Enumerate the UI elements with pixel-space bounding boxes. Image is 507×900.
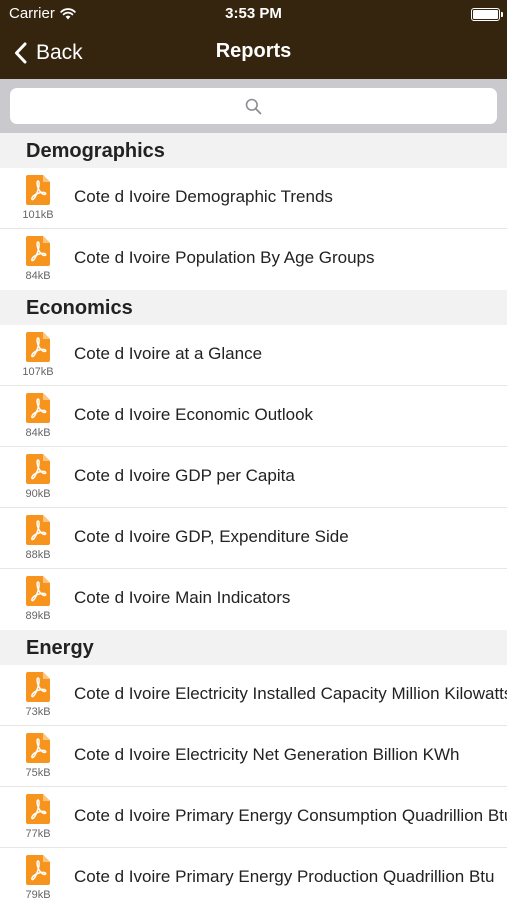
pdf-icon bbox=[26, 672, 50, 702]
report-title: Cote d Ivoire Electricity Net Generation… bbox=[74, 745, 460, 764]
report-row[interactable]: 90kB Cote d Ivoire GDP per Capita bbox=[0, 447, 507, 508]
file-size-label: 89kB bbox=[25, 610, 51, 622]
report-list: Demographics 101kB Cote d Ivoire Demograp… bbox=[0, 133, 507, 900]
pdf-icon bbox=[26, 175, 50, 205]
report-row[interactable]: 77kB Cote d Ivoire Primary Energy Consump… bbox=[0, 787, 507, 848]
report-title: Cote d Ivoire at a Glance bbox=[74, 344, 263, 363]
file-size-label: 107kB bbox=[22, 366, 54, 378]
report-row[interactable]: 88kB Cote d Ivoire GDP, Expenditure Side bbox=[0, 508, 507, 569]
battery-icon bbox=[471, 8, 503, 21]
file-size-label: 73kB bbox=[25, 706, 51, 718]
report-title: Cote d Ivoire GDP, Expenditure Side bbox=[74, 527, 349, 546]
search-bar bbox=[0, 79, 507, 133]
section-header: Economics bbox=[0, 290, 507, 325]
report-row[interactable]: 75kB Cote d Ivoire Electricity Net Genera… bbox=[0, 726, 507, 787]
file-size-label: 79kB bbox=[25, 889, 51, 900]
file-size-label: 75kB bbox=[25, 767, 51, 779]
top-bar: Carrier 3:53 PM Back Reports bbox=[0, 0, 507, 79]
status-bar: Carrier 3:53 PM bbox=[0, 0, 507, 28]
file-size-label: 77kB bbox=[25, 828, 51, 840]
section-header: Energy bbox=[0, 630, 507, 665]
report-title: Cote d Ivoire GDP per Capita bbox=[74, 466, 295, 485]
back-button[interactable]: Back bbox=[14, 37, 83, 69]
pdf-icon bbox=[26, 855, 50, 885]
report-title: Cote d Ivoire Economic Outlook bbox=[74, 405, 314, 424]
report-row[interactable]: 84kB Cote d Ivoire Economic Outlook bbox=[0, 386, 507, 447]
pdf-icon bbox=[26, 454, 50, 484]
report-row[interactable]: 73kB Cote d Ivoire Electricity Installed … bbox=[0, 665, 507, 726]
status-time: 3:53 PM bbox=[225, 5, 282, 22]
report-row[interactable]: 107kB Cote d Ivoire at a Glance bbox=[0, 325, 507, 386]
report-row[interactable]: 84kB Cote d Ivoire Population By Age Grou… bbox=[0, 229, 507, 290]
report-title: Cote d Ivoire Main Indicators bbox=[74, 588, 291, 607]
file-size-label: 84kB bbox=[25, 427, 51, 439]
report-title: Cote d Ivoire Population By Age Groups bbox=[74, 248, 375, 267]
back-button-label: Back bbox=[36, 41, 83, 64]
file-size-label: 90kB bbox=[25, 488, 51, 500]
pdf-icon bbox=[26, 393, 50, 423]
file-size-label: 84kB bbox=[25, 270, 51, 282]
report-row[interactable]: 79kB Cote d Ivoire Primary Energy Product… bbox=[0, 848, 507, 900]
search-input[interactable] bbox=[10, 88, 497, 124]
pdf-icon bbox=[26, 733, 50, 763]
report-title: Cote d Ivoire Demographic Trends bbox=[74, 187, 333, 206]
pdf-icon bbox=[26, 576, 50, 606]
file-size-label: 88kB bbox=[25, 549, 51, 561]
report-title: Cote d Ivoire Primary Energy Consumption… bbox=[74, 806, 507, 825]
pdf-icon bbox=[26, 332, 50, 362]
navigation-bar: Back Reports bbox=[0, 28, 507, 79]
report-row[interactable]: 89kB Cote d Ivoire Main Indicators bbox=[0, 569, 507, 630]
file-size-label: 101kB bbox=[22, 209, 54, 221]
pdf-icon bbox=[26, 794, 50, 824]
report-row[interactable]: 101kB Cote d Ivoire Demographic Trends bbox=[0, 168, 507, 229]
search-icon bbox=[245, 98, 262, 114]
pdf-icon bbox=[26, 515, 50, 545]
section-header: Demographics bbox=[0, 133, 507, 168]
chevron-left-icon bbox=[15, 42, 27, 64]
report-title: Cote d Ivoire Electricity Installed Capa… bbox=[74, 684, 507, 703]
pdf-icon bbox=[26, 236, 50, 266]
report-title: Cote d Ivoire Primary Energy Production … bbox=[74, 867, 495, 886]
